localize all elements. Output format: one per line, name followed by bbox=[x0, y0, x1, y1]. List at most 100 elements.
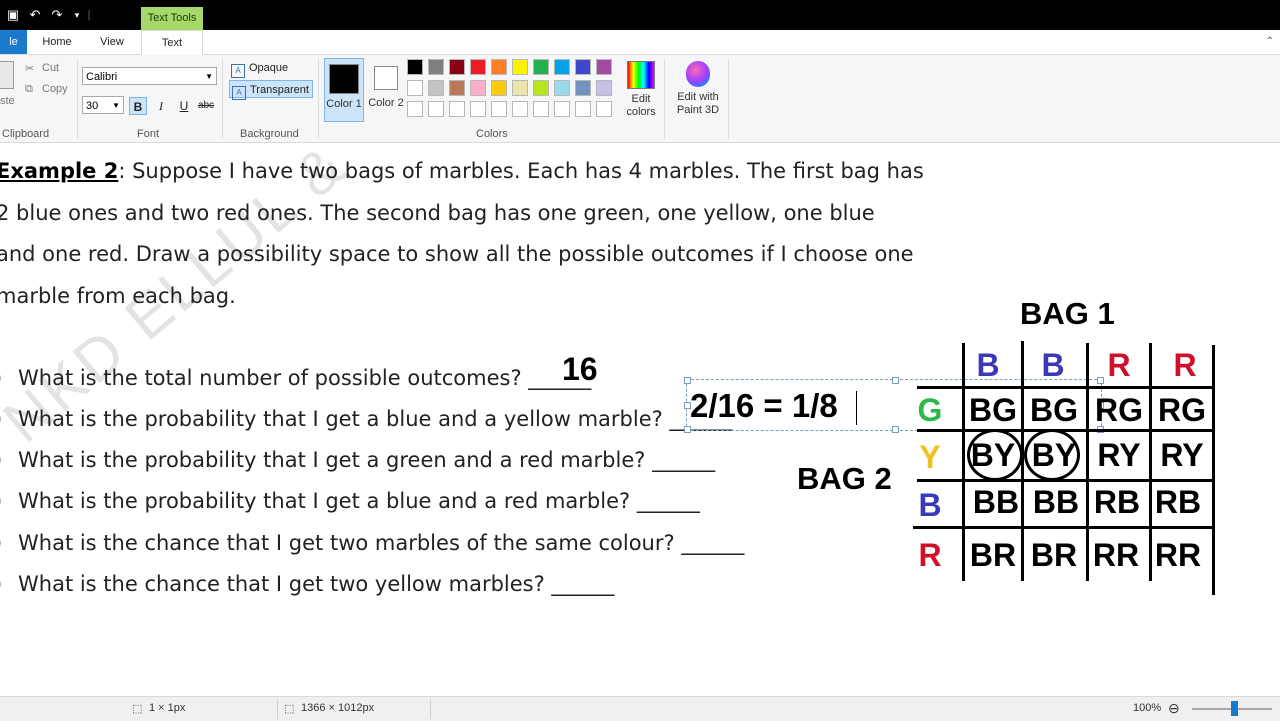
question-text: What is the probability that I get a gre… bbox=[18, 448, 716, 472]
font-size-select[interactable]: 30 ▼ bbox=[82, 96, 124, 114]
question-number: ) bbox=[0, 531, 18, 555]
strikethrough-button[interactable]: abc bbox=[197, 97, 215, 115]
edit-with-paint3d-button[interactable]: Edit with Paint 3D bbox=[671, 58, 725, 117]
status-divider bbox=[277, 699, 278, 719]
palette-swatch[interactable] bbox=[407, 101, 423, 117]
palette-swatch[interactable] bbox=[470, 80, 486, 96]
outcome-cell: RY bbox=[1097, 437, 1141, 473]
bag2-header: B bbox=[918, 487, 942, 523]
clipboard-group-label: Clipboard bbox=[2, 128, 50, 140]
copy-button[interactable]: Copy bbox=[42, 83, 68, 95]
palette-swatch[interactable] bbox=[554, 59, 570, 75]
chevron-down-icon: ▼ bbox=[112, 101, 120, 110]
undo-icon[interactable]: ↶ bbox=[28, 8, 42, 22]
palette-swatch[interactable] bbox=[533, 59, 549, 75]
bag2-header: G bbox=[917, 392, 943, 428]
font-family-value: Calibri bbox=[86, 71, 118, 83]
drawing-canvas[interactable]: NKD ELLUL & Example 2: Suppose I have tw… bbox=[0, 143, 1280, 679]
paragraph-line-3: and one red. Draw a possibility space to… bbox=[0, 242, 914, 266]
palette-swatch[interactable] bbox=[512, 101, 528, 117]
palette-swatch[interactable] bbox=[407, 59, 423, 75]
question-number: ) bbox=[0, 572, 18, 596]
bag2-label: BAG 2 bbox=[797, 461, 892, 496]
opaque-icon: A bbox=[231, 64, 245, 78]
palette-swatch[interactable] bbox=[428, 59, 444, 75]
palette-swatch[interactable] bbox=[449, 80, 465, 96]
outcome-cell: RR bbox=[1154, 537, 1202, 573]
palette-swatch[interactable] bbox=[596, 80, 612, 96]
save-icon[interactable]: ▣ bbox=[6, 8, 20, 22]
bag1-label: BAG 1 bbox=[1020, 296, 1115, 331]
tab-text[interactable]: Text bbox=[141, 30, 203, 56]
resize-handle[interactable] bbox=[684, 426, 691, 433]
opaque-option[interactable]: A Opaque bbox=[229, 59, 313, 78]
palette-swatch[interactable] bbox=[554, 80, 570, 96]
italic-button[interactable]: I bbox=[152, 97, 170, 115]
palette-swatch[interactable] bbox=[512, 80, 528, 96]
redo-icon[interactable]: ↷ bbox=[50, 8, 64, 22]
palette-swatch[interactable] bbox=[428, 80, 444, 96]
palette-swatch[interactable] bbox=[491, 80, 507, 96]
underline-button[interactable]: U bbox=[175, 97, 193, 115]
tab-home[interactable]: Home bbox=[34, 30, 80, 54]
cut-icon[interactable]: ✂ bbox=[25, 62, 34, 75]
paste-icon[interactable] bbox=[0, 61, 14, 89]
collapse-ribbon-icon[interactable]: ⌃ bbox=[1266, 36, 1274, 47]
palette-swatch[interactable] bbox=[596, 101, 612, 117]
outcome-cell: RY bbox=[1160, 437, 1204, 473]
color1-button[interactable]: Color 1 bbox=[324, 58, 364, 122]
text-tools-context-tab: Text Tools bbox=[141, 7, 203, 30]
resize-handle[interactable] bbox=[892, 426, 899, 433]
colors-group-label: Colors bbox=[476, 128, 508, 140]
edit-colors-button[interactable]: Edit colors bbox=[624, 58, 658, 119]
palette-swatch[interactable] bbox=[554, 101, 570, 117]
resize-handle[interactable] bbox=[892, 377, 899, 384]
font-size-value: 30 bbox=[86, 100, 99, 112]
palette-swatch[interactable] bbox=[575, 59, 591, 75]
question-text: What is the chance that I get two yellow… bbox=[18, 572, 615, 596]
example-paragraph: Example 2: Suppose I have two bags of ma… bbox=[0, 151, 936, 317]
palette-swatch[interactable] bbox=[470, 101, 486, 117]
tab-view[interactable]: View bbox=[88, 30, 136, 54]
title-bar: ▣ ↶ ↷ ▾ | Text Tools bbox=[0, 0, 1280, 30]
paste-button[interactable]: ste bbox=[0, 95, 15, 107]
palette-swatch[interactable] bbox=[512, 59, 528, 75]
palette-swatch[interactable] bbox=[428, 101, 444, 117]
font-family-select[interactable]: Calibri ▼ bbox=[82, 67, 217, 85]
palette-swatch[interactable] bbox=[407, 80, 423, 96]
palette-swatch[interactable] bbox=[596, 59, 612, 75]
status-divider bbox=[430, 699, 431, 719]
ribbon-divider bbox=[318, 59, 319, 139]
paragraph-line-2: 2 blue ones and two red ones. The second… bbox=[0, 200, 875, 225]
bag2-header: R bbox=[918, 537, 942, 573]
question-6: )What is the chance that I get two yello… bbox=[0, 572, 614, 596]
zoom-slider-thumb[interactable] bbox=[1231, 701, 1238, 716]
tab-file[interactable]: le bbox=[0, 30, 27, 54]
example-title: Example 2 bbox=[0, 159, 119, 183]
question-4: )What is the probability that I get a bl… bbox=[0, 489, 700, 513]
palette-swatch[interactable] bbox=[533, 101, 549, 117]
bold-button[interactable]: B bbox=[129, 97, 147, 115]
palette-swatch[interactable] bbox=[575, 80, 591, 96]
copy-icon[interactable]: ⧉ bbox=[25, 83, 33, 96]
outcome-cell: RB bbox=[1093, 484, 1141, 520]
question-number: ) bbox=[0, 489, 18, 513]
palette-swatch[interactable] bbox=[575, 101, 591, 117]
palette-swatch[interactable] bbox=[491, 101, 507, 117]
color2-button[interactable]: Color 2 bbox=[366, 58, 406, 122]
answer-total-outcomes: 16 bbox=[562, 351, 598, 387]
circled-outcome bbox=[967, 429, 1023, 481]
edit-colors-label: Edit colors bbox=[626, 93, 656, 118]
transparent-option[interactable]: A Transparent bbox=[229, 80, 313, 100]
toolbar-divider: | bbox=[87, 9, 91, 21]
palette-swatch[interactable] bbox=[491, 59, 507, 75]
question-text: What is the chance that I get two marble… bbox=[18, 531, 745, 555]
palette-swatch[interactable] bbox=[533, 80, 549, 96]
palette-swatch[interactable] bbox=[449, 59, 465, 75]
zoom-out-icon[interactable]: ⊖ bbox=[1168, 700, 1180, 717]
palette-swatch[interactable] bbox=[470, 59, 486, 75]
cut-button[interactable]: Cut bbox=[42, 62, 59, 74]
color-wheel-icon bbox=[627, 61, 655, 89]
resize-handle[interactable] bbox=[684, 377, 691, 384]
palette-swatch[interactable] bbox=[449, 101, 465, 117]
